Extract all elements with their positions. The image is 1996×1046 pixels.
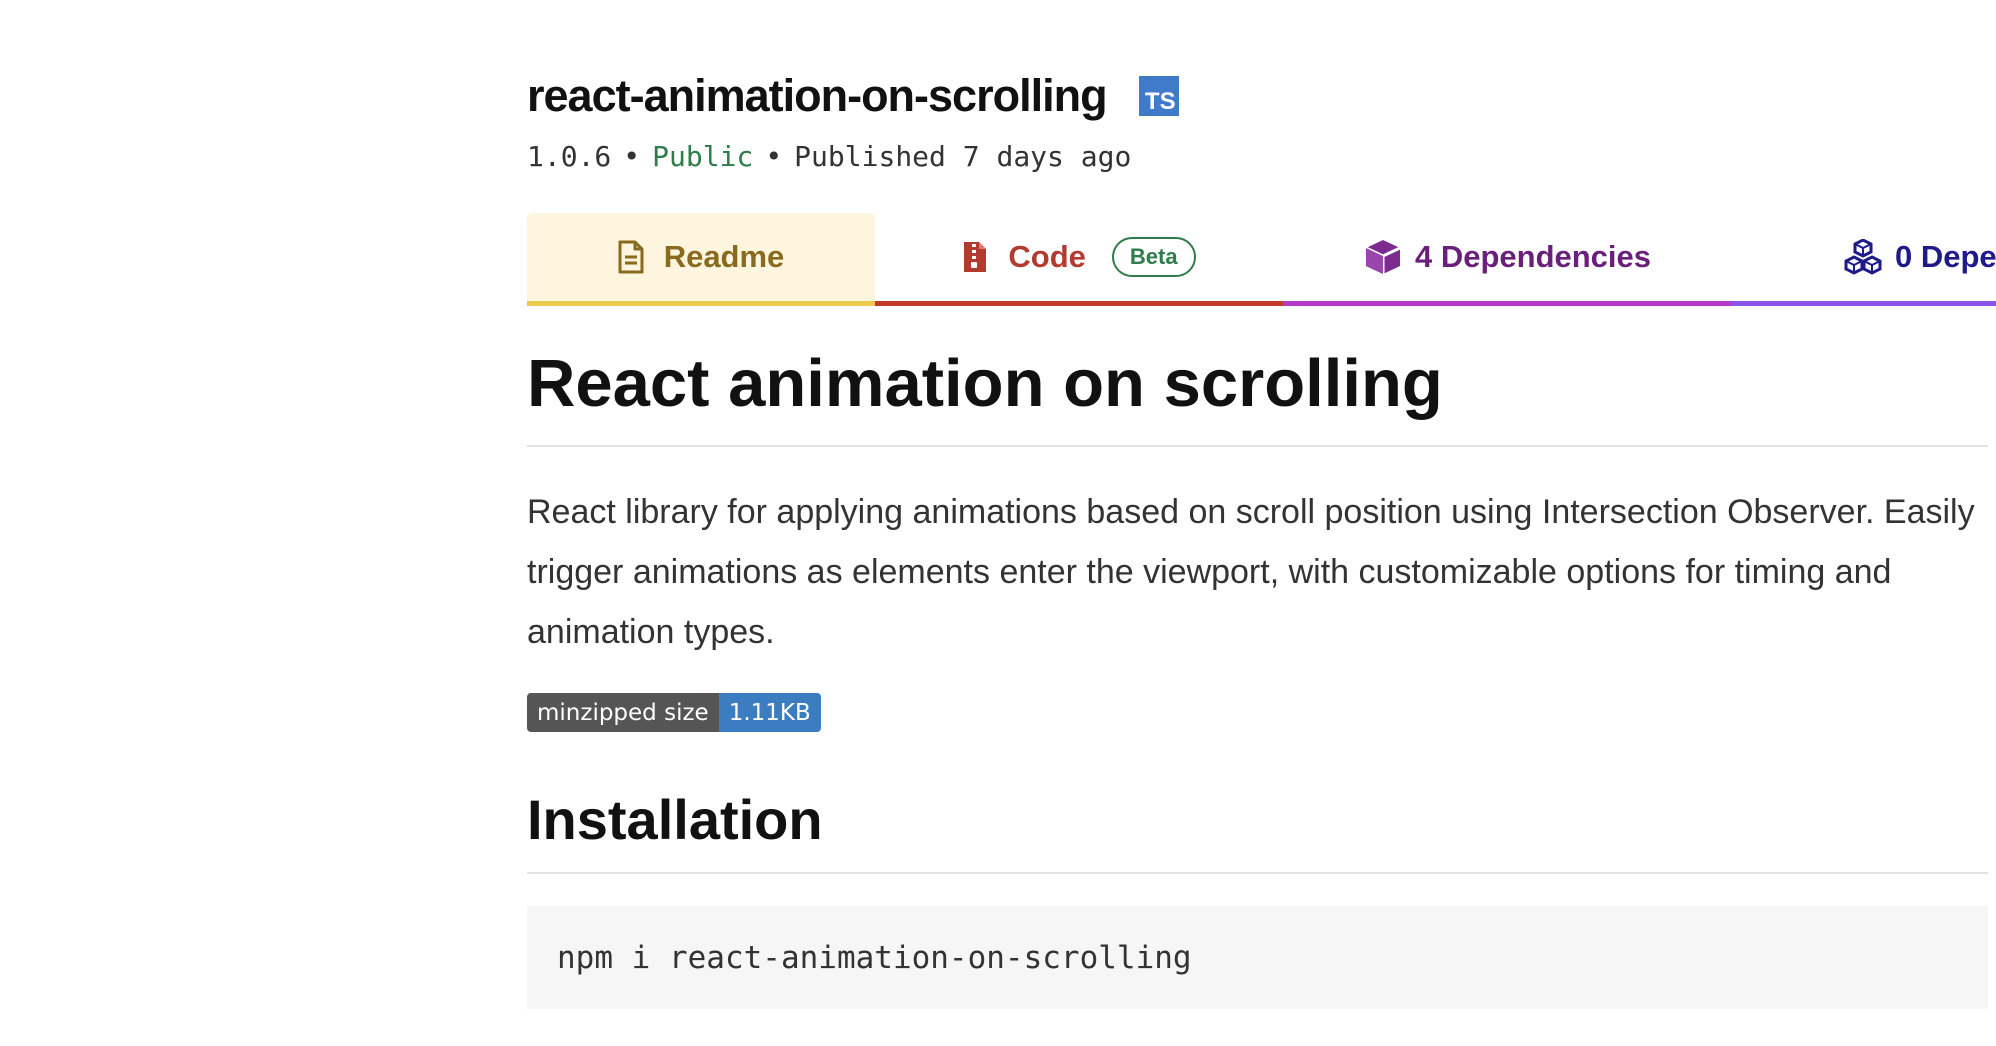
tab-dependencies[interactable]: 4 Dependencies	[1283, 213, 1731, 301]
tab-code-underline	[875, 301, 1283, 306]
install-command: npm i react-animation-on-scrolling	[557, 939, 1192, 976]
npm-package-page: react-animation-on-scrolling TS 1.0.6 • Pu…	[0, 0, 1996, 1046]
package-meta: 1.0.6 • Public • Published 7 days ago	[527, 140, 1131, 173]
tab-dependents[interactable]: 0 Dependents	[1731, 213, 1996, 301]
tab-dependencies-label: 4 Dependencies	[1414, 239, 1652, 274]
cube-icon	[1363, 238, 1403, 276]
cubes-icon	[1843, 239, 1883, 275]
install-code-block[interactable]: npm i react-animation-on-scrolling	[527, 906, 1988, 1009]
tab-readme[interactable]: Readme	[527, 213, 875, 301]
visibility-label: Public	[652, 140, 754, 173]
package-version: 1.0.6	[527, 140, 612, 173]
package-name: react-animation-on-scrolling	[527, 70, 1108, 121]
zip-file-icon	[962, 240, 988, 274]
typescript-icon: TS	[1138, 76, 1179, 116]
tab-dependents-underline	[1731, 301, 1996, 306]
tab-readme-label: Readme	[663, 239, 785, 274]
size-badge[interactable]: minzipped size 1.11KB	[527, 693, 821, 732]
published-date: Published 7 days ago	[794, 140, 1132, 173]
beta-badge: Beta	[1111, 237, 1196, 277]
divider	[527, 445, 1988, 447]
tab-dependents-label: 0 Dependents	[1895, 239, 1996, 274]
divider	[527, 872, 1988, 874]
tab-dependencies-underline	[1283, 301, 1731, 306]
readme-file-icon	[618, 240, 644, 274]
size-badge-label: minzipped size	[527, 693, 719, 732]
tab-readme-underline	[527, 301, 875, 306]
readme-title: React animation on scrolling	[527, 346, 1443, 421]
meta-separator: •	[765, 140, 783, 173]
tab-code-label: Code	[1008, 239, 1086, 274]
readme-description: React library for applying animations ba…	[527, 493, 1975, 651]
installation-heading: Installation	[527, 788, 823, 851]
size-badge-value: 1.11KB	[718, 693, 821, 732]
tab-code[interactable]: Code Beta	[875, 213, 1283, 301]
package-tabs: Readme Code Beta 4 Dependencies 0 Depe	[527, 213, 1996, 307]
meta-separator: •	[623, 140, 641, 173]
package-header: react-animation-on-scrolling TS	[527, 66, 1179, 126]
